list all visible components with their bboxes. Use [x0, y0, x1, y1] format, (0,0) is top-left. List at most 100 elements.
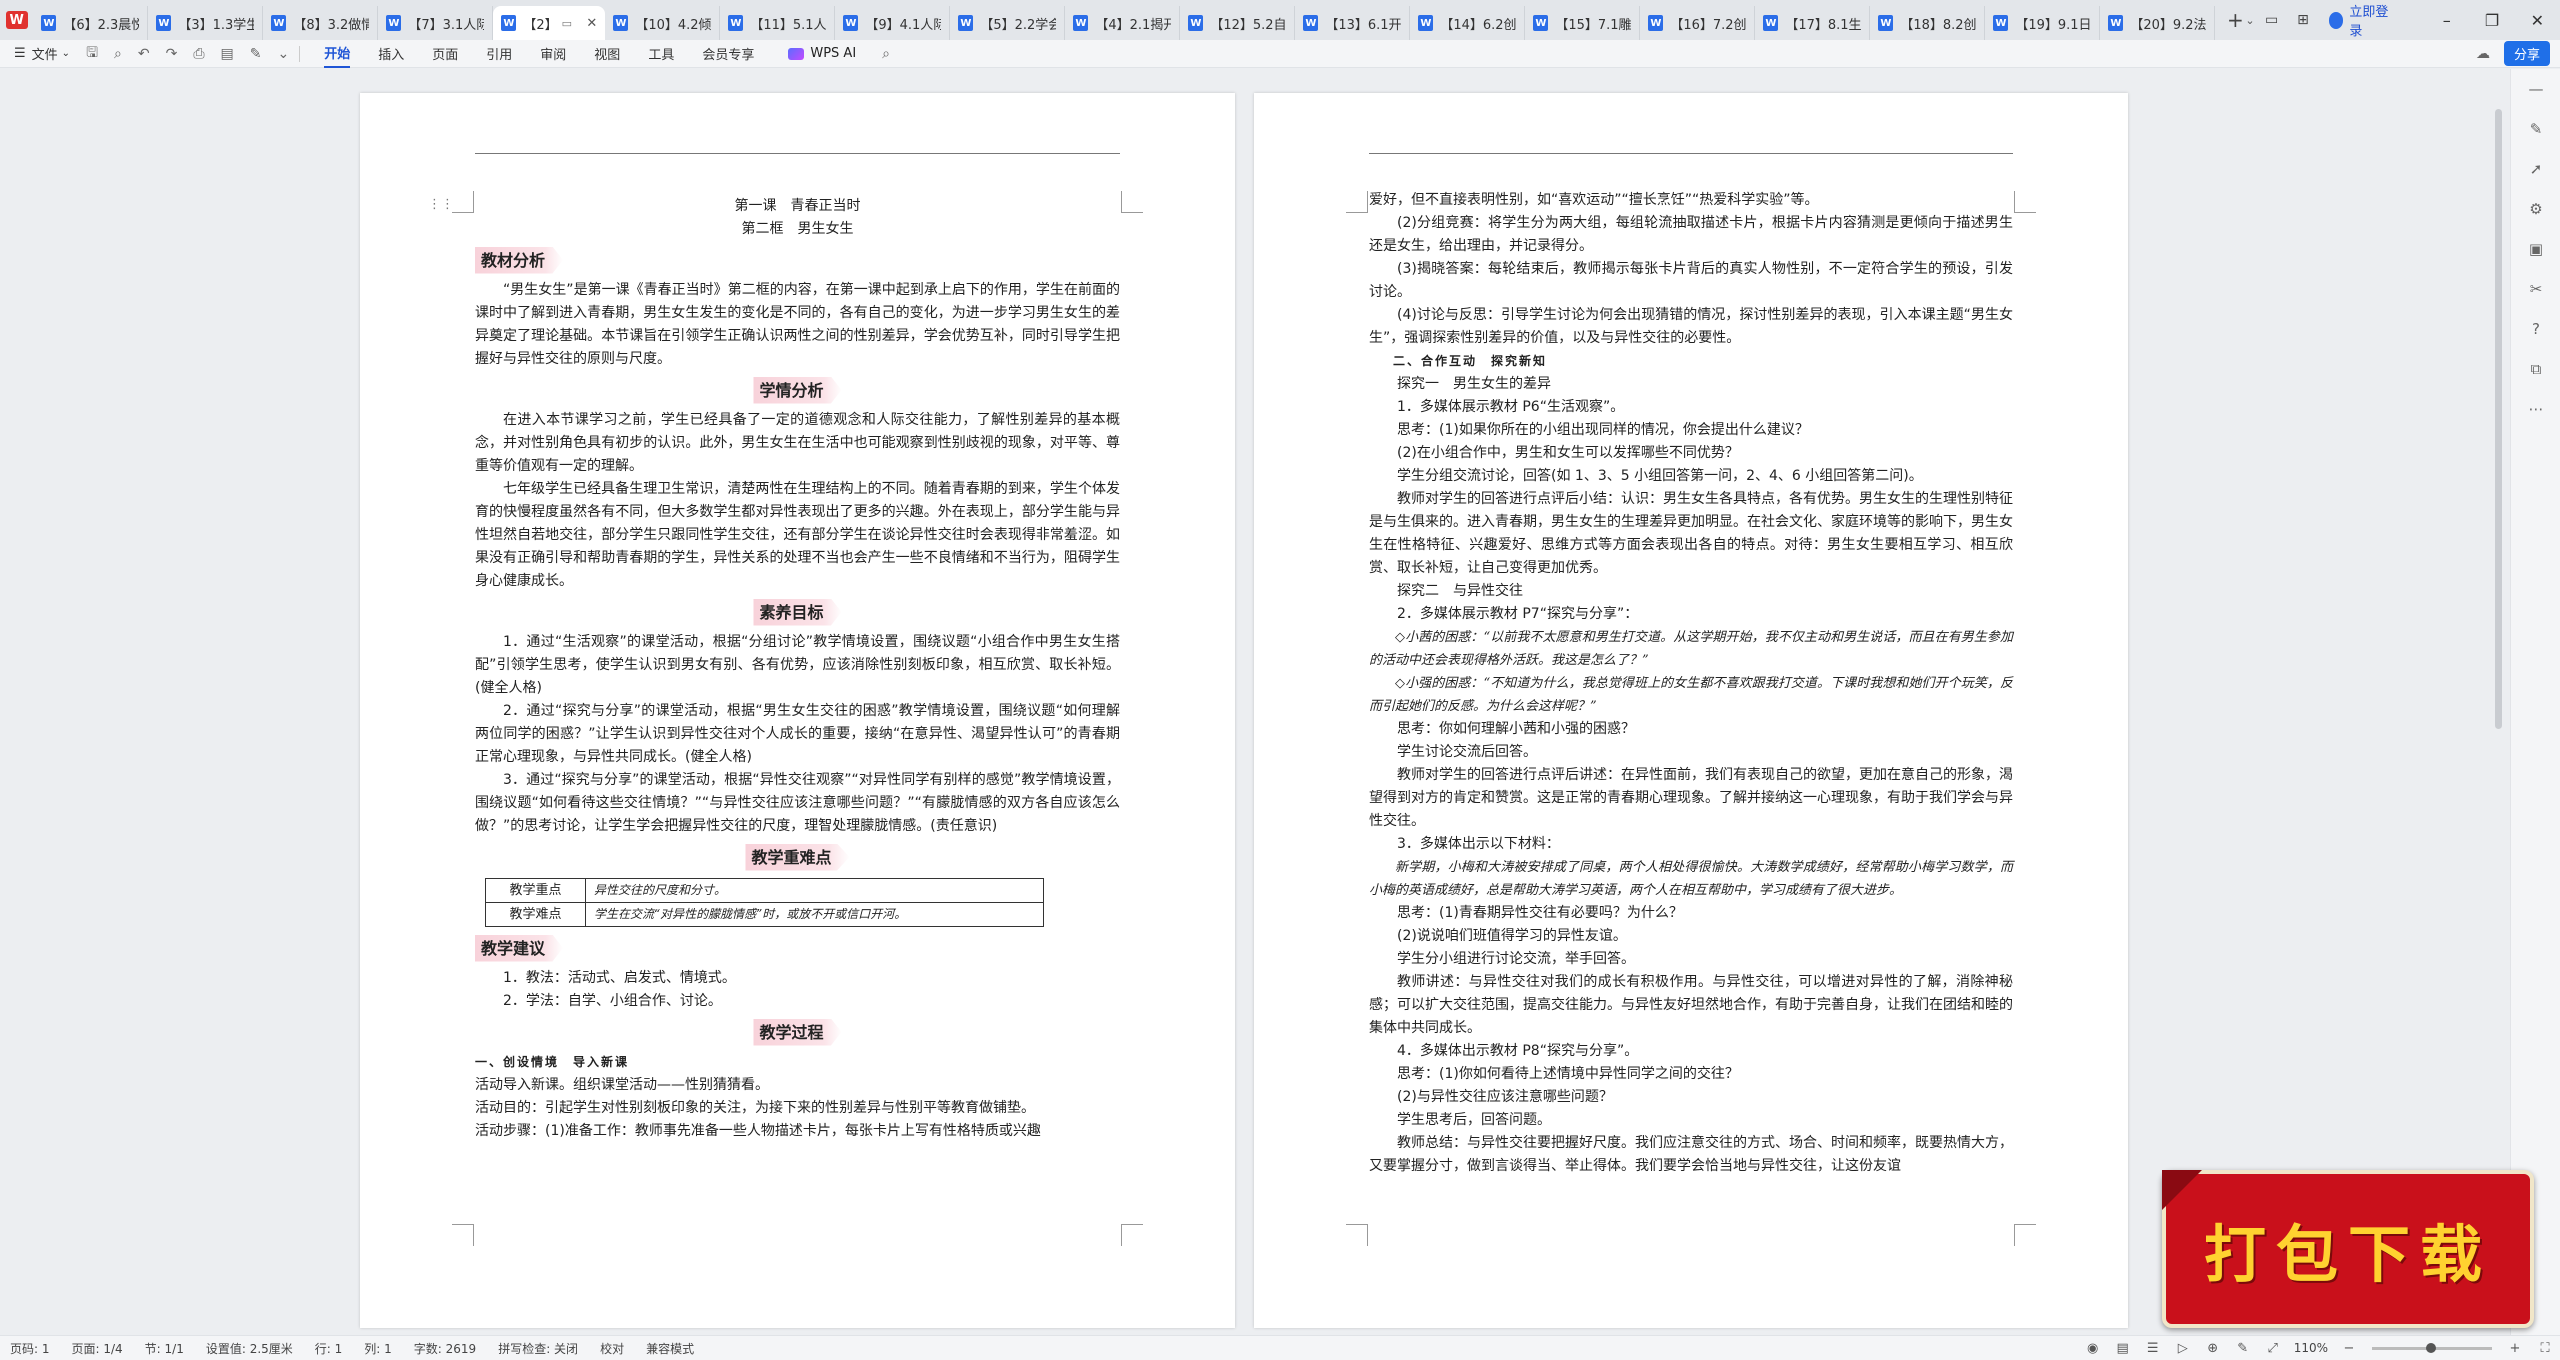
page-1-body[interactable]: 第一课 青春正当时 第二框 男生女生 教材分析 “男生女生”是第一课《青春正当时…: [475, 195, 1120, 1143]
share-button[interactable]: 分享: [2503, 41, 2550, 66]
status-page-count[interactable]: 页面: 1/4: [72, 1340, 123, 1357]
status-setting[interactable]: 设置值: 2.5厘米: [206, 1340, 293, 1357]
status-page[interactable]: 页码: 1: [10, 1340, 50, 1357]
select-cursor-icon[interactable]: ➚: [2511, 149, 2560, 189]
zoom-slider[interactable]: [2372, 1342, 2492, 1353]
zoom-level[interactable]: 110%: [2294, 1341, 2328, 1355]
status-spellcheck[interactable]: 拼写检查: 关闭: [498, 1340, 578, 1357]
grid-icon[interactable]: ⊞: [2287, 12, 2318, 28]
document-tab[interactable]: W 【10】4.2倾听: [605, 6, 721, 40]
table-cell[interactable]: 异性交往的尺度和分寸。: [585, 878, 1044, 903]
tab-page[interactable]: 页面: [432, 40, 458, 68]
fullscreen-icon[interactable]: ⛶: [2530, 1341, 2560, 1356]
document-tab[interactable]: W 【19】9.1日: [1985, 6, 2101, 40]
outline-view-icon[interactable]: ☰: [2138, 1341, 2168, 1356]
export-pdf-icon[interactable]: ▤: [221, 46, 234, 62]
login-button[interactable]: 立即登录: [2328, 1, 2394, 39]
eye-icon[interactable]: ◉: [2078, 1341, 2108, 1356]
fit-page-icon[interactable]: ⤢: [2258, 1341, 2288, 1356]
tab-review[interactable]: 审阅: [540, 40, 566, 68]
document-tab[interactable]: W 【13】6.1开: [1295, 6, 1411, 40]
document-tab[interactable]: W 【18】8.2创: [1870, 6, 1986, 40]
document-tab[interactable]: W 【16】7.2创: [1640, 6, 1756, 40]
minimize-button[interactable]: –: [2424, 11, 2469, 30]
image-icon[interactable]: ▣: [2511, 229, 2560, 269]
cloud-sync-icon[interactable]: ☁: [2476, 46, 2490, 62]
file-menu-button[interactable]: ☰ 文件 ⌄: [14, 44, 70, 63]
tab-member[interactable]: 会员专享: [702, 40, 754, 68]
find-icon[interactable]: ⌕: [114, 46, 122, 62]
table-cell[interactable]: 学生在交流“对异性的朦胧情感”时，或放不开或信口开河。: [585, 902, 1044, 927]
status-compat-mode[interactable]: 兼容模式: [646, 1340, 694, 1357]
pen-mode-icon[interactable]: ✎: [2228, 1341, 2258, 1356]
redo-icon[interactable]: ↷: [166, 46, 178, 62]
web-view-icon[interactable]: ⊕: [2198, 1341, 2228, 1356]
more-tools-chevron-icon[interactable]: ⌄: [277, 46, 289, 62]
document-tab[interactable]: W 【8】3.2做情: [263, 6, 379, 40]
zoom-slider-knob[interactable]: [2426, 1342, 2436, 1353]
tools-icon[interactable]: ✂: [2511, 269, 2560, 309]
vertical-scrollbar[interactable]: [2492, 69, 2506, 1335]
document-tab[interactable]: W 【2】 ▭ ✕: [493, 6, 606, 40]
document-tab[interactable]: W 【12】5.2自我: [1180, 6, 1296, 40]
download-package-banner[interactable]: 打包下载: [2162, 1170, 2534, 1328]
collapse-icon[interactable]: —: [2511, 69, 2560, 109]
close-button[interactable]: ✕: [2515, 11, 2560, 30]
document-tab[interactable]: W 【17】8.1生: [1755, 6, 1871, 40]
restore-button[interactable]: ❐: [2469, 11, 2514, 30]
crop-mark: [452, 191, 474, 213]
document-tab[interactable]: W 【5】2.2学会: [950, 6, 1066, 40]
tab-home[interactable]: 开始: [324, 40, 351, 68]
document-page-1[interactable]: ⋮⋮ 第一课 青春正当时 第二框 男生女生 教材分析 “男生女生”是第一课《青春…: [360, 93, 1235, 1328]
print-preview-icon[interactable]: ⎙: [193, 46, 204, 62]
document-workspace[interactable]: ⋮⋮ 第一课 青春正当时 第二框 男生女生 教材分析 “男生女生”是第一课《青春…: [0, 69, 2510, 1335]
monitor-icon[interactable]: ▭: [562, 17, 572, 30]
drag-handle-icon[interactable]: ⋮⋮: [428, 197, 454, 212]
format-painter-icon[interactable]: ✎: [250, 46, 262, 62]
status-right: ◉ ▤ ☰ ▷ ⊕ ✎ ⤢ 110% − + ⛶: [2078, 1341, 2560, 1356]
chevron-down-icon[interactable]: ⌄: [2245, 14, 2256, 27]
document-tab[interactable]: W 【20】9.2法: [2100, 6, 2216, 40]
document-tab[interactable]: W 【11】5.1人生: [720, 6, 836, 40]
document-tab[interactable]: W 【9】4.1人际: [835, 6, 951, 40]
more-icon[interactable]: ⋯: [2511, 389, 2560, 429]
status-proofread[interactable]: 校对: [600, 1340, 624, 1357]
zoom-in-icon[interactable]: +: [2500, 1341, 2530, 1356]
document-page-2[interactable]: 爱好，但不直接表明性别，如“喜欢运动”“擅长烹饪”“热爱科学实验”等。 (2)分…: [1254, 93, 2128, 1328]
search-icon[interactable]: ⌕: [882, 46, 890, 62]
zoom-out-icon[interactable]: −: [2334, 1341, 2364, 1356]
document-tab[interactable]: W 【14】6.2创: [1410, 6, 1526, 40]
table-cell[interactable]: 教学重点: [485, 878, 586, 903]
wps-logo[interactable]: W: [0, 0, 33, 40]
play-icon[interactable]: ▷: [2168, 1341, 2198, 1356]
tab-insert[interactable]: 插入: [378, 40, 404, 68]
document-tab[interactable]: W 【6】2.3晨悦: [33, 6, 149, 40]
tab-tools[interactable]: 工具: [648, 40, 674, 68]
document-tab[interactable]: W 【7】3.1人际: [378, 6, 494, 40]
tab-view[interactable]: 视图: [594, 40, 620, 68]
page-2-body[interactable]: 爱好，但不直接表明性别，如“喜欢运动”“擅长烹饪”“热爱科学实验”等。 (2)分…: [1369, 189, 2013, 1178]
document-tab[interactable]: W 【4】2.1揭开: [1065, 6, 1181, 40]
window-layout-icon[interactable]: ▭: [2256, 12, 2287, 28]
document-tab[interactable]: W 【3】1.3学生: [148, 6, 264, 40]
key-points-table[interactable]: 教学重点 异性交往的尺度和分寸。 教学难点 学生在交流“对异性的朦胧情感”时，或…: [485, 878, 1044, 927]
status-row[interactable]: 行: 1: [315, 1340, 343, 1357]
page-view-icon[interactable]: ▤: [2108, 1341, 2138, 1356]
document-tab[interactable]: W 【15】7.1雕: [1525, 6, 1641, 40]
status-column[interactable]: 列: 1: [364, 1340, 392, 1357]
pen-icon[interactable]: ✎: [2511, 109, 2560, 149]
table-cell[interactable]: 教学难点: [485, 902, 586, 927]
wps-ai-button[interactable]: WPS AI: [788, 46, 856, 61]
scrollbar-thumb[interactable]: [2495, 109, 2502, 729]
new-tab-icon[interactable]: +: [2225, 8, 2245, 32]
help-icon[interactable]: ?: [2511, 309, 2560, 349]
status-section[interactable]: 节: 1/1: [145, 1340, 184, 1357]
save-icon[interactable]: 🖫: [86, 42, 98, 66]
status-word-count[interactable]: 字数: 2619: [414, 1340, 476, 1357]
undo-icon[interactable]: ↶: [138, 46, 150, 62]
close-tab-icon[interactable]: ✕: [582, 16, 597, 31]
settings-sliders-icon[interactable]: ⚙: [2511, 189, 2560, 229]
tab-references[interactable]: 引用: [486, 40, 512, 68]
word-doc-icon: W: [1993, 15, 2009, 31]
backup-icon[interactable]: ⧉: [2511, 349, 2560, 389]
